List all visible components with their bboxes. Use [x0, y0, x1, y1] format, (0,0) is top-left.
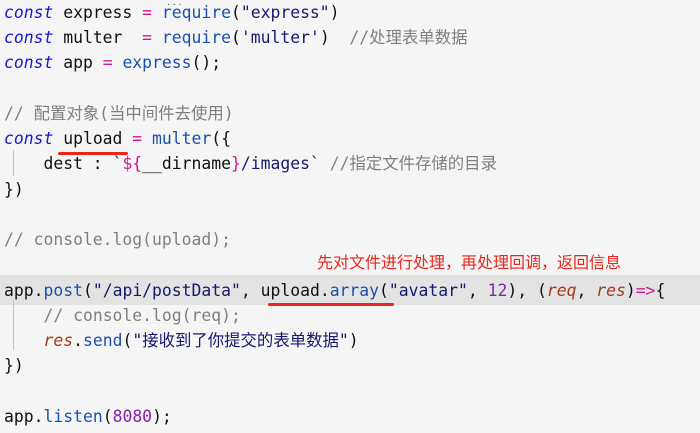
code-token: upload: [53, 129, 133, 148]
code-editor[interactable]: const express = require("express") const …: [0, 0, 700, 433]
code-token: req: [546, 281, 577, 300]
code-token: // console.log(upload);: [4, 230, 231, 249]
code-token: //指定文件存储的目录: [329, 154, 497, 173]
cursor-marker: ···: [166, 0, 184, 9]
code-token: const: [4, 129, 54, 148]
code-token: multer: [53, 28, 143, 47]
code-line[interactable]: app.post("/api/postData", upload.array("…: [4, 278, 665, 303]
annotation-text: 先对文件进行处理，再处理回调，返回信息: [317, 253, 622, 272]
code-token: =: [132, 129, 143, 148]
code-token: 12: [487, 281, 508, 300]
code-token: 8080: [112, 407, 153, 426]
code-token: //处理表单数据: [349, 28, 468, 47]
code-token: const: [4, 28, 54, 47]
code-token: "/api/postData": [92, 281, 241, 300]
code-token: ({: [211, 129, 232, 148]
code-token: 'multer': [240, 28, 320, 47]
code-token: /images`: [240, 154, 320, 173]
code-token: =: [102, 53, 113, 72]
code-token: `: [112, 154, 123, 173]
code-token: "接收到了你提交的表单数据": [132, 331, 349, 350]
code-token: dest :: [4, 154, 113, 173]
code-token: =>: [635, 281, 656, 300]
code-token: res: [596, 281, 626, 300]
code-line[interactable]: res.send("接收到了你提交的表单数据"): [4, 328, 359, 353]
code-token: (: [102, 407, 113, 426]
code-token: "avatar": [388, 281, 468, 300]
code-token: res: [43, 331, 74, 350]
code-token: ,: [576, 281, 597, 300]
code-token: __dirname: [142, 154, 231, 173]
code-token: .: [73, 331, 83, 350]
code-token: , upload.: [240, 281, 330, 300]
upload-underline: [58, 152, 128, 155]
code-line[interactable]: app.listen(8080);: [4, 404, 172, 429]
code-token: app: [53, 53, 103, 72]
code-token: }: [231, 154, 241, 173]
code-token: app.: [4, 407, 44, 426]
code-line[interactable]: const app = express();: [4, 50, 221, 75]
code-token: }): [4, 356, 24, 375]
code-token: ${: [122, 154, 143, 173]
code-token: // console.log(req);: [43, 306, 241, 325]
code-line[interactable]: // 配置对象(当中间件去使用): [4, 101, 234, 126]
code-token: const: [4, 53, 54, 72]
code-token: listen: [43, 407, 103, 426]
code-line[interactable]: const multer = require('multer') //处理表单数…: [4, 25, 468, 50]
code-token: post: [43, 281, 83, 300]
code-token: ): [625, 281, 636, 300]
code-line[interactable]: const upload = multer({: [4, 126, 231, 151]
code-token: ): [319, 28, 350, 47]
code-token: const: [4, 3, 54, 22]
code-line[interactable]: }): [4, 177, 24, 202]
code-token: multer: [152, 129, 212, 148]
code-token: // 配置对象(当中间件去使用): [4, 104, 234, 123]
code-token: app.: [4, 281, 44, 300]
code-token: ), (: [507, 281, 547, 300]
code-line[interactable]: }): [4, 353, 24, 378]
code-line[interactable]: // console.log(req);: [4, 303, 241, 328]
code-token: express: [122, 53, 192, 72]
code-token: (: [82, 281, 93, 300]
code-token: (: [230, 28, 241, 47]
code-token: ();: [191, 53, 222, 72]
code-token: =: [142, 28, 153, 47]
code-token: express: [53, 3, 143, 22]
code-token: }): [4, 180, 24, 199]
code-token: "express": [240, 3, 330, 22]
code-token: ): [348, 331, 359, 350]
code-token: {: [655, 281, 666, 300]
code-token: (: [379, 281, 389, 300]
code-token: send: [82, 331, 123, 350]
code-token: =: [142, 3, 153, 22]
code-token: array: [329, 281, 380, 300]
code-token: ,: [467, 281, 488, 300]
code-line[interactable]: // console.log(upload);: [4, 227, 231, 252]
code-token: (: [230, 3, 241, 22]
code-token: require: [161, 28, 231, 47]
code-token: );: [152, 407, 172, 426]
upload-array-underline: [268, 303, 394, 306]
code-token: (: [122, 331, 133, 350]
code-token: ): [329, 3, 340, 22]
